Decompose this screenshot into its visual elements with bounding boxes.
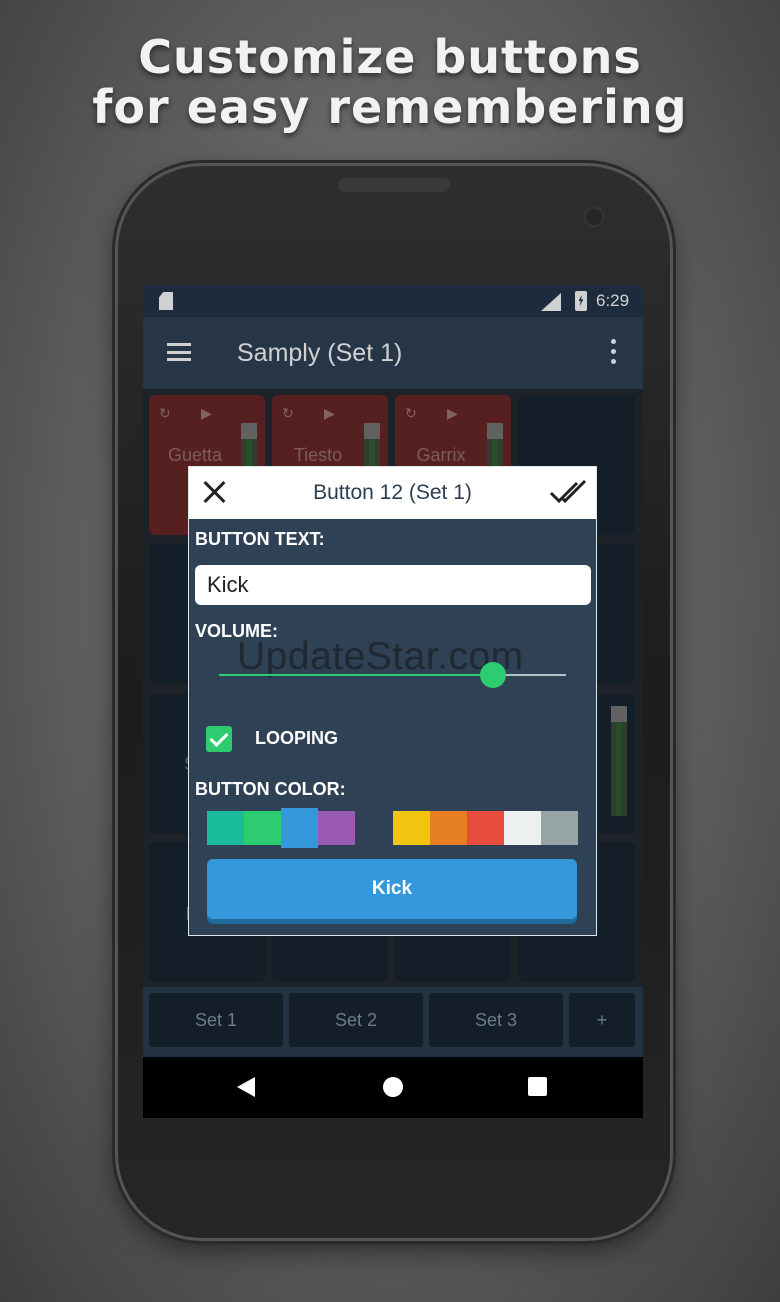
volume-slider-thumb[interactable] (480, 662, 507, 688)
color-swatch[interactable] (467, 811, 504, 845)
color-swatch[interactable] (207, 811, 244, 845)
home-icon[interactable] (383, 1077, 403, 1097)
volume-slider-fill (219, 674, 494, 676)
done-all-icon[interactable] (549, 479, 589, 505)
color-swatch[interactable] (541, 811, 578, 845)
looping-checkbox[interactable] (206, 726, 232, 752)
add-set-button[interactable]: + (569, 993, 635, 1047)
button-text-input[interactable] (195, 565, 591, 605)
back-icon[interactable] (237, 1077, 255, 1097)
dialog-header: Button 12 (Set 1) (189, 467, 596, 519)
color-swatch[interactable] (504, 811, 541, 845)
phone-screen: 4G 6:29 Samply (Set 1) ↻ ▶ GuettaM ↻ ▶ T… (143, 285, 643, 1118)
dialog-title: Button 12 (Set 1) (313, 481, 472, 504)
set-1-button[interactable]: Set 1 (149, 993, 283, 1047)
set-3-button[interactable]: Set 3 (429, 993, 563, 1047)
phone-speaker (338, 178, 450, 192)
edit-button-dialog: Button 12 (Set 1) BUTTON TEXT: VOLUME: U… (188, 466, 597, 936)
color-swatch[interactable] (393, 811, 430, 845)
recent-apps-icon[interactable] (528, 1077, 547, 1096)
headline-line-2: for easy remembering (92, 80, 688, 134)
button-text-label: BUTTON TEXT: (195, 529, 325, 549)
button-color-label: BUTTON COLOR: (195, 779, 346, 799)
color-swatch[interactable] (318, 811, 355, 845)
set-2-button[interactable]: Set 2 (289, 993, 423, 1047)
color-swatch[interactable] (281, 808, 318, 848)
looping-label: LOOPING (255, 728, 339, 748)
color-swatch[interactable] (430, 811, 467, 845)
headline: Customize buttons for easy remembering (0, 32, 780, 132)
navigation-bar (143, 1057, 643, 1118)
headline-line-1: Customize buttons (138, 30, 642, 84)
volume-slider[interactable] (219, 662, 566, 688)
color-swatch[interactable] (244, 811, 281, 845)
camera-icon (583, 206, 605, 228)
preview-button[interactable]: Kick (207, 859, 577, 919)
